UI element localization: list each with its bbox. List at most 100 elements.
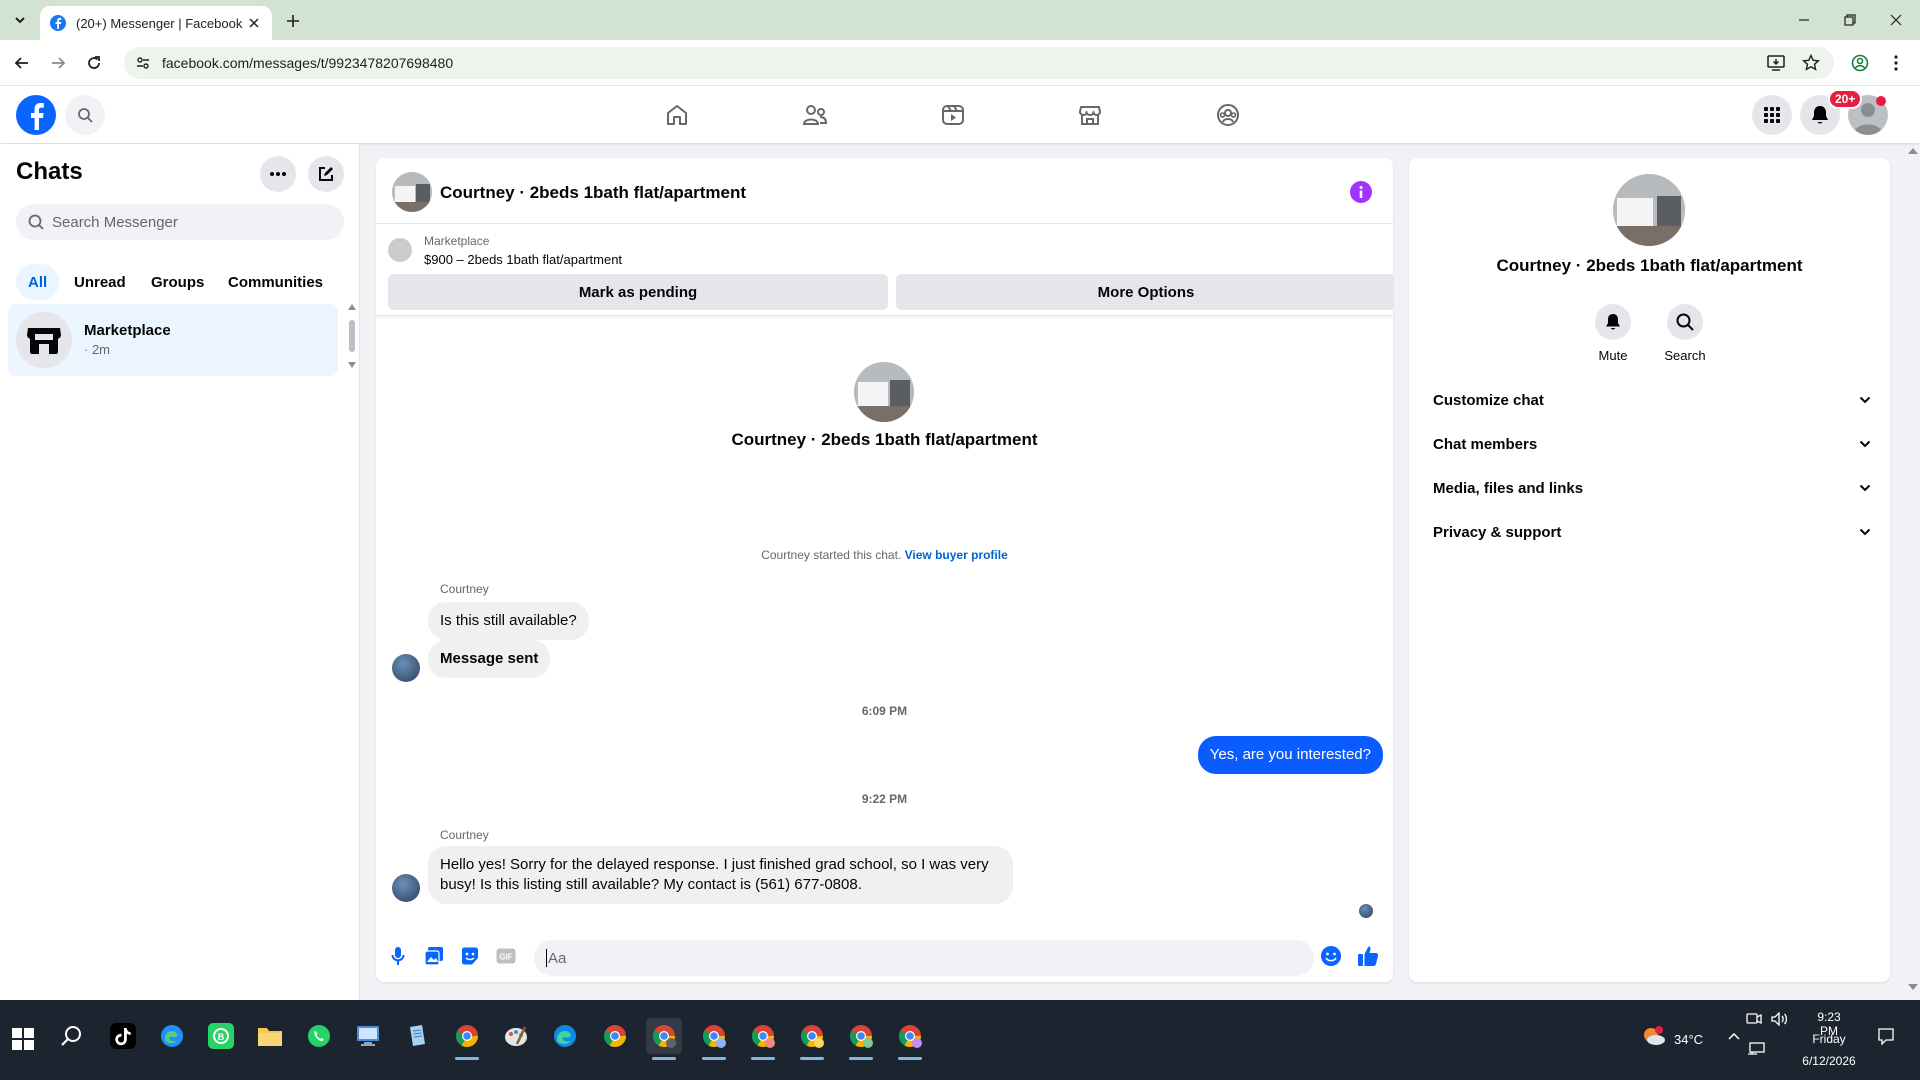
minimize-icon[interactable] (1792, 8, 1816, 32)
emoji-icon[interactable] (1319, 944, 1343, 968)
filter-all[interactable]: All (16, 264, 60, 300)
listing-title[interactable]: $900 – 2beds 1bath flat/apartment (424, 252, 622, 267)
paint-icon[interactable] (498, 1018, 534, 1054)
tiktok-icon[interactable] (105, 1018, 141, 1054)
like-thumbs-up-icon[interactable] (1356, 944, 1380, 968)
chat-started-note: Courtney started this chat. View buyer p… (376, 548, 1393, 562)
whatsapp-business-icon[interactable]: B (203, 1018, 239, 1054)
media-files-links-section[interactable]: Media, files and links (1425, 468, 1875, 508)
chat-members-section[interactable]: Chat members (1425, 424, 1875, 464)
scroll-up-arrow-icon[interactable] (348, 304, 356, 310)
clock-day[interactable]: Friday (1807, 1032, 1851, 1046)
chrome-profile-icon[interactable] (696, 1018, 732, 1060)
new-tab-icon[interactable] (282, 10, 304, 32)
sender-avatar[interactable] (392, 874, 420, 902)
compose-icon (319, 167, 333, 181)
conversation-avatar[interactable] (392, 172, 432, 212)
sender-avatar[interactable] (392, 654, 420, 682)
tab-search-chevron-icon[interactable] (8, 8, 32, 32)
volume-icon[interactable] (1765, 1004, 1795, 1034)
video-icon[interactable] (923, 94, 983, 136)
restore-icon[interactable] (1838, 8, 1862, 32)
marketplace-icon[interactable] (1060, 94, 1120, 136)
network-icon[interactable] (1741, 1034, 1771, 1064)
new-message-button[interactable] (308, 156, 344, 192)
chrome-icon[interactable] (597, 1018, 633, 1054)
browser-tab[interactable]: (20+) Messenger | Facebook (40, 6, 272, 40)
conversation-info-icon[interactable] (1350, 181, 1372, 203)
chrome-profile-icon[interactable] (794, 1018, 830, 1060)
edge-icon[interactable] (547, 1018, 583, 1054)
install-app-icon[interactable] (1760, 47, 1792, 79)
weather-icon[interactable] (1636, 1018, 1672, 1054)
profile-icon[interactable] (1844, 47, 1876, 79)
sticker-icon[interactable] (458, 944, 482, 968)
chrome-profile-icon[interactable] (843, 1018, 879, 1060)
details-avatar[interactable] (1613, 174, 1685, 246)
notepad-icon[interactable] (399, 1018, 435, 1054)
chat-list-item[interactable]: Marketplace · 2m (8, 304, 338, 376)
microphone-icon[interactable] (386, 944, 410, 968)
photo-icon[interactable] (422, 944, 446, 968)
filter-groups[interactable]: Groups (139, 264, 216, 300)
filter-communities[interactable]: Communities (216, 264, 335, 300)
site-info-icon[interactable] (136, 56, 150, 70)
weather-temperature[interactable]: 34°C (1674, 1032, 1703, 1047)
gif-icon[interactable]: GIF (494, 944, 518, 968)
back-icon[interactable] (10, 51, 34, 75)
chevron-down-icon (1859, 440, 1871, 448)
chevron-down-icon (1859, 396, 1871, 404)
mute-button[interactable]: Mute (1583, 304, 1643, 363)
tab-close-icon[interactable] (246, 15, 262, 31)
outgoing-message[interactable]: Yes, are you interested? (1197, 736, 1383, 774)
groups-icon[interactable] (1198, 94, 1258, 136)
bookmark-star-icon[interactable] (1795, 47, 1827, 79)
filter-unread[interactable]: Unread (62, 264, 138, 300)
view-buyer-profile-link[interactable]: View buyer profile (905, 548, 1008, 562)
chrome-icon[interactable] (449, 1018, 485, 1060)
chat-options-button[interactable] (260, 156, 296, 192)
close-window-icon[interactable] (1884, 8, 1908, 32)
message-input[interactable]: Aa (534, 940, 1314, 976)
scroll-down-arrow-icon[interactable] (1908, 984, 1918, 990)
forward-icon[interactable] (46, 51, 70, 75)
incoming-message[interactable]: Is this still available? (428, 602, 589, 640)
whatsapp-icon[interactable] (301, 1018, 337, 1054)
chats-title: Chats (16, 158, 83, 185)
taskbar-search-icon[interactable] (54, 1018, 90, 1054)
chrome-profile-active-icon[interactable] (646, 1018, 682, 1060)
privacy-support-section[interactable]: Privacy & support (1425, 512, 1875, 552)
facebook-logo-icon[interactable] (16, 95, 56, 135)
section-label: Customize chat (1433, 391, 1544, 409)
page-scrollbar[interactable] (1906, 144, 1920, 1000)
file-explorer-icon[interactable] (252, 1018, 288, 1054)
windows-start-icon[interactable] (12, 1028, 34, 1050)
remote-desktop-icon[interactable] (350, 1018, 386, 1054)
url-field[interactable]: facebook.com/messages/t/9923478207698480 (124, 47, 1834, 79)
incoming-message[interactable]: Hello yes! Sorry for the delayed respons… (428, 846, 1013, 904)
conversation-title[interactable]: Courtney · 2beds 1bath flat/apartment (440, 183, 746, 203)
friends-icon[interactable] (785, 94, 845, 136)
reload-icon[interactable] (82, 51, 106, 75)
incoming-message[interactable]: Message sent (428, 640, 551, 678)
mark-as-pending-button[interactable]: Mark as pending (388, 274, 888, 310)
scroll-down-arrow-icon[interactable] (348, 362, 356, 368)
section-label: Chat members (1433, 435, 1538, 453)
search-messenger-field[interactable]: Search Messenger (16, 204, 344, 240)
home-icon[interactable] (647, 94, 707, 136)
notification-center-icon[interactable] (1868, 1018, 1904, 1054)
chrome-profile-icon[interactable] (892, 1018, 928, 1060)
chat-list-scrollbar[interactable] (348, 304, 356, 374)
listing-thumbnail[interactable] (388, 238, 412, 262)
more-options-button[interactable]: More Options (896, 274, 1393, 310)
facebook-search-icon[interactable] (65, 95, 105, 135)
edge-browser-icon[interactable] (154, 1018, 190, 1054)
scrollbar-thumb[interactable] (349, 320, 355, 352)
scroll-up-arrow-icon[interactable] (1908, 148, 1918, 154)
browser-menu-icon[interactable] (1880, 47, 1912, 79)
customize-chat-section[interactable]: Customize chat (1425, 380, 1875, 420)
clock-date[interactable]: 6/12/2026 (1800, 1054, 1858, 1068)
search-conversation-button[interactable]: Search (1655, 304, 1715, 363)
menu-grid-icon[interactable] (1752, 95, 1792, 135)
chrome-profile-icon[interactable] (745, 1018, 781, 1060)
